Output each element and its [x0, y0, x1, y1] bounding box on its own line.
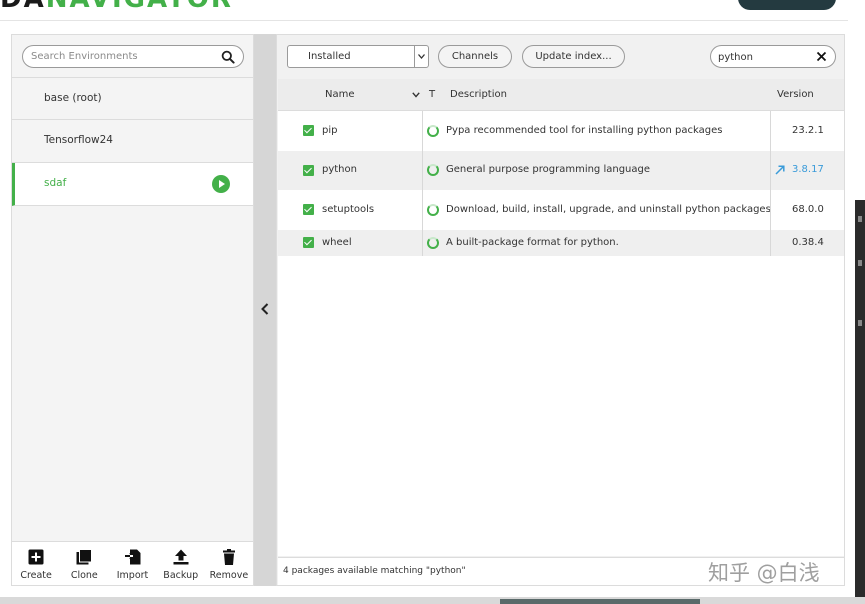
package-checkbox[interactable] — [303, 125, 314, 136]
package-name: python — [322, 164, 357, 175]
packages-panel: Installed Channels Update index... Name … — [276, 34, 845, 586]
package-description: Pypa recommended tool for installing pyt… — [446, 125, 723, 136]
package-search-input[interactable] — [718, 49, 813, 65]
installed-status-icon — [427, 204, 439, 216]
create-label: Create — [20, 570, 52, 581]
environments-panel: base (root) Tensorflow24 sdaf Create Clo… — [11, 34, 254, 586]
clone-label: Clone — [70, 570, 98, 581]
package-checkbox[interactable] — [303, 237, 314, 248]
table-row[interactable]: setuptools Download, build, install, upg… — [278, 190, 844, 230]
installed-status-icon — [427, 164, 439, 176]
package-version: 3.8.17 — [792, 164, 824, 175]
chevron-left-icon — [261, 303, 269, 315]
column-header-name[interactable]: Name — [325, 89, 355, 100]
package-filter-value: Installed — [308, 51, 351, 62]
package-description: Download, build, install, upgrade, and u… — [446, 204, 771, 215]
package-count-text: 4 packages available matching "python" — [283, 566, 466, 576]
environment-label: base (root) — [44, 92, 102, 104]
background-window — [855, 200, 865, 604]
package-description: A built-package format for python. — [446, 237, 619, 248]
clone-button[interactable]: Clone — [60, 542, 108, 585]
upgrade-arrow-icon[interactable] — [775, 165, 785, 175]
package-description: General purpose programming language — [446, 164, 651, 175]
watermark: 知乎 @白浅 — [708, 561, 820, 585]
installed-status-icon — [427, 237, 439, 249]
chevron-down-icon — [418, 54, 425, 59]
environment-list: base (root) Tensorflow24 sdaf — [12, 77, 253, 206]
environment-label: Tensorflow24 — [44, 134, 113, 146]
package-name: setuptools — [322, 204, 375, 215]
table-row[interactable]: pip Pypa recommended tool for installing… — [278, 111, 844, 151]
upload-icon — [173, 549, 189, 565]
app-logo: DANAVIGATOR — [0, 0, 233, 14]
environment-item-tensorflow24[interactable]: Tensorflow24 — [12, 120, 253, 163]
import-icon — [124, 549, 140, 565]
package-version: 0.38.4 — [792, 237, 824, 248]
package-filter-select[interactable]: Installed — [287, 45, 429, 68]
environment-label: sdaf — [44, 177, 67, 189]
environment-search-input[interactable] — [31, 48, 217, 65]
column-header-description[interactable]: Description — [450, 89, 507, 100]
table-header: Name T Description Version — [278, 79, 844, 111]
installed-status-icon — [427, 125, 439, 137]
backup-button[interactable]: Backup — [157, 542, 205, 585]
taskbar-fragment — [0, 597, 865, 604]
channels-button[interactable]: Channels — [438, 45, 512, 68]
package-name: wheel — [322, 237, 352, 248]
column-header-version[interactable]: Version — [777, 89, 814, 100]
package-version: 23.2.1 — [792, 125, 824, 136]
environment-actions: Create Clone Import Backup Remove — [12, 541, 253, 585]
remove-button[interactable]: Remove — [205, 542, 253, 585]
play-icon[interactable] — [212, 175, 230, 193]
sort-chevron-icon[interactable] — [412, 92, 420, 98]
collapse-panel-toggle[interactable] — [254, 34, 276, 586]
package-checkbox[interactable] — [303, 165, 314, 176]
title-bar: DANAVIGATOR — [0, 0, 848, 20]
packages-table: Name T Description Version pip Pypa reco… — [278, 79, 844, 556]
update-index-button[interactable]: Update index... — [522, 45, 625, 68]
column-header-type[interactable]: T — [429, 89, 435, 100]
import-label: Import — [116, 570, 149, 581]
trash-icon — [222, 549, 235, 565]
sign-in-button[interactable] — [738, 0, 836, 10]
package-checkbox[interactable] — [303, 204, 314, 215]
dropdown-toggle[interactable] — [414, 46, 428, 67]
table-row[interactable]: python General purpose programming langu… — [278, 151, 844, 190]
import-button[interactable]: Import — [108, 542, 156, 585]
remove-label: Remove — [209, 570, 249, 581]
table-row[interactable]: wheel A built-package format for python.… — [278, 230, 844, 256]
search-icon[interactable] — [221, 50, 235, 64]
plus-square-icon — [28, 549, 44, 565]
package-version: 68.0.0 — [792, 204, 824, 215]
close-icon[interactable] — [816, 51, 827, 62]
backup-label: Backup — [163, 570, 199, 581]
create-button[interactable]: Create — [12, 542, 60, 585]
environment-item-base[interactable]: base (root) — [12, 77, 253, 120]
copy-icon — [76, 549, 93, 565]
environment-search[interactable] — [22, 45, 244, 68]
environment-item-sdaf[interactable]: sdaf — [12, 163, 253, 206]
package-search[interactable] — [710, 45, 836, 68]
package-name: pip — [322, 125, 338, 136]
